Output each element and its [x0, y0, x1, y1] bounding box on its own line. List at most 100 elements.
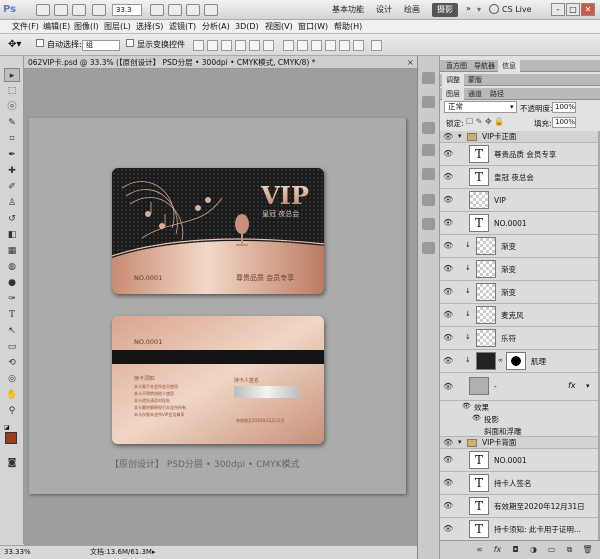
- visibility-eye-icon[interactable]: 👁: [443, 173, 453, 181]
- layer-name[interactable]: -: [494, 373, 497, 401]
- view-extras-icon[interactable]: [72, 4, 86, 16]
- layer-name[interactable]: 持卡须知: 此卡用于证明...: [494, 518, 581, 541]
- type-tool[interactable]: T: [4, 308, 20, 322]
- layer-name[interactable]: 尊贵品质 会员专享: [494, 143, 556, 166]
- lock-icons[interactable]: ☐ ✎ ✥ 🔒: [466, 117, 504, 126]
- effect-row[interactable]: 斜面和浮雕: [440, 425, 598, 437]
- tab-histogram[interactable]: 直方图: [442, 60, 471, 72]
- document-tab[interactable]: 062VIP卡.psd @ 33.3% (【原创设计】 PSD分层 • 300d…: [24, 56, 417, 69]
- visibility-eye-icon[interactable]: 👁: [443, 357, 453, 365]
- move-tool-icon[interactable]: ✥▾: [8, 39, 21, 50]
- new-layer-icon[interactable]: ⧉: [564, 545, 575, 555]
- status-menu-icon[interactable]: ▸: [152, 546, 156, 559]
- visibility-eye-icon[interactable]: 👁: [443, 242, 453, 250]
- menu-layer[interactable]: 图层(L): [104, 20, 131, 34]
- workspace-more-icon[interactable]: »: [466, 4, 471, 13]
- group-expand-icon[interactable]: ▾: [458, 132, 462, 140]
- visibility-eye-icon[interactable]: 👁: [443, 456, 453, 464]
- layer-row[interactable]: 👁 T 持卡人签名: [440, 472, 598, 495]
- delete-layer-icon[interactable]: 🗑: [582, 545, 593, 555]
- layer-row-background[interactable]: 👁 - fx ▾: [440, 373, 598, 401]
- pen-tool[interactable]: ✑: [4, 292, 20, 306]
- path-select-tool[interactable]: ↖: [4, 324, 20, 338]
- layer-row[interactable]: 👁 ↓ 渐变: [440, 258, 598, 281]
- layer-row[interactable]: 👁 ↓ 渐变: [440, 281, 598, 304]
- workspace-design[interactable]: 设计: [376, 3, 392, 17]
- workspace-painting[interactable]: 绘画: [404, 3, 420, 17]
- quick-mask-icon[interactable]: ◙: [4, 456, 20, 470]
- color-panel-icon[interactable]: [422, 72, 435, 84]
- crop-tool[interactable]: ⌗: [4, 132, 20, 146]
- cs-live-button[interactable]: CS Live: [502, 3, 532, 17]
- adjustment-layer-icon[interactable]: ◑: [528, 545, 539, 555]
- effect-eye-icon[interactable]: 👁: [472, 414, 481, 422]
- group-expand-icon[interactable]: ▾: [458, 438, 462, 446]
- fx-indicator[interactable]: fx: [568, 381, 576, 390]
- menu-help[interactable]: 帮助(H): [334, 20, 362, 34]
- layer-group-back[interactable]: 👁 ▾ VIP卡背面: [440, 437, 598, 449]
- layer-row[interactable]: 👁 ↓ 麦克风: [440, 304, 598, 327]
- align-hcenter-icon[interactable]: [249, 40, 260, 51]
- effects-eye-icon[interactable]: 👁: [462, 402, 471, 410]
- align-top-icon[interactable]: [193, 40, 204, 51]
- add-style-icon[interactable]: fx: [492, 545, 503, 555]
- paragraph-panel-icon[interactable]: [422, 242, 435, 254]
- auto-select-checkbox[interactable]: [36, 39, 44, 49]
- styles-panel-icon[interactable]: [422, 122, 435, 134]
- layer-name[interactable]: 肌理: [531, 350, 546, 373]
- effects-row[interactable]: 👁 效果: [440, 401, 598, 413]
- layer-row[interactable]: 👁 T 尊贵品质 会员专享: [440, 143, 598, 166]
- layer-name[interactable]: 持卡人签名: [494, 472, 532, 495]
- visibility-eye-icon[interactable]: 👁: [443, 288, 453, 296]
- close-document-icon[interactable]: ×: [407, 58, 414, 67]
- minibridge-icon[interactable]: [54, 4, 68, 16]
- tab-paths[interactable]: 路径: [486, 88, 508, 100]
- opacity-input[interactable]: 100%: [552, 102, 576, 113]
- distribute-left-icon[interactable]: [325, 40, 336, 51]
- dodge-tool[interactable]: ●: [4, 276, 20, 290]
- layer-group-front[interactable]: 👁 ▾ VIP卡正面: [440, 131, 598, 143]
- layer-name[interactable]: 有效期至2020年12月31日: [494, 495, 585, 518]
- layer-name[interactable]: 乐符: [501, 327, 516, 350]
- status-zoom[interactable]: 33.33%: [4, 546, 31, 559]
- effect-row[interactable]: 👁 投影: [440, 413, 598, 425]
- eraser-tool[interactable]: ◧: [4, 228, 20, 242]
- distribute-hcenter-icon[interactable]: [339, 40, 350, 51]
- 3d-orbit-tool[interactable]: ◎: [4, 372, 20, 386]
- tab-adjustments[interactable]: 调整: [442, 74, 464, 86]
- clone-stamp-tool[interactable]: ♙: [4, 196, 20, 210]
- layer-row[interactable]: 👁 ↓ 渐变: [440, 235, 598, 258]
- layer-name[interactable]: VIP: [494, 189, 506, 212]
- rotate-view-icon[interactable]: [168, 4, 182, 16]
- zoom-icon[interactable]: [92, 4, 106, 16]
- close-button[interactable]: ✕: [581, 3, 595, 16]
- layer-name[interactable]: NO.0001: [494, 449, 527, 472]
- layer-row[interactable]: 👁 ↓ ∞ 肌理: [440, 350, 598, 373]
- visibility-eye-icon[interactable]: 👁: [443, 383, 453, 391]
- history-panel-icon[interactable]: [422, 144, 435, 156]
- layer-row[interactable]: 👁 ↓ 乐符: [440, 327, 598, 350]
- minimize-button[interactable]: -: [551, 3, 565, 16]
- menu-analysis[interactable]: 分析(A): [202, 20, 230, 34]
- layer-row[interactable]: 👁 T NO.0001: [440, 449, 598, 472]
- 3d-rotate-tool[interactable]: ⟲: [4, 356, 20, 370]
- screen-mode-icon[interactable]: [204, 4, 218, 16]
- auto-select-dropdown[interactable]: 组: [82, 40, 120, 51]
- layer-row[interactable]: 👁 T 皇冠 夜总会: [440, 166, 598, 189]
- tab-info[interactable]: 信息: [498, 60, 520, 72]
- layer-row[interactable]: 👁 T NO.0001: [440, 212, 598, 235]
- distribute-right-icon[interactable]: [353, 40, 364, 51]
- blur-tool[interactable]: ◍: [4, 260, 20, 274]
- menu-file[interactable]: 文件(F): [12, 20, 39, 34]
- align-bottom-icon[interactable]: [221, 40, 232, 51]
- layer-name[interactable]: 渐变: [501, 235, 516, 258]
- align-right-icon[interactable]: [263, 40, 274, 51]
- vip-card-back[interactable]: NO.0001 持卡须知: 本卡限于本会所会员使用 本卡不得转借他人使用 本卡遗…: [112, 316, 324, 444]
- visibility-eye-icon[interactable]: 👁: [443, 439, 453, 447]
- visibility-eye-icon[interactable]: 👁: [443, 150, 453, 158]
- layer-name[interactable]: 皇冠 夜总会: [494, 166, 534, 189]
- tab-masks[interactable]: 蒙版: [464, 74, 486, 86]
- character-panel-icon[interactable]: [422, 218, 435, 230]
- hand-tool-icon[interactable]: [150, 4, 164, 16]
- zoom-tool[interactable]: ⚲: [4, 404, 20, 418]
